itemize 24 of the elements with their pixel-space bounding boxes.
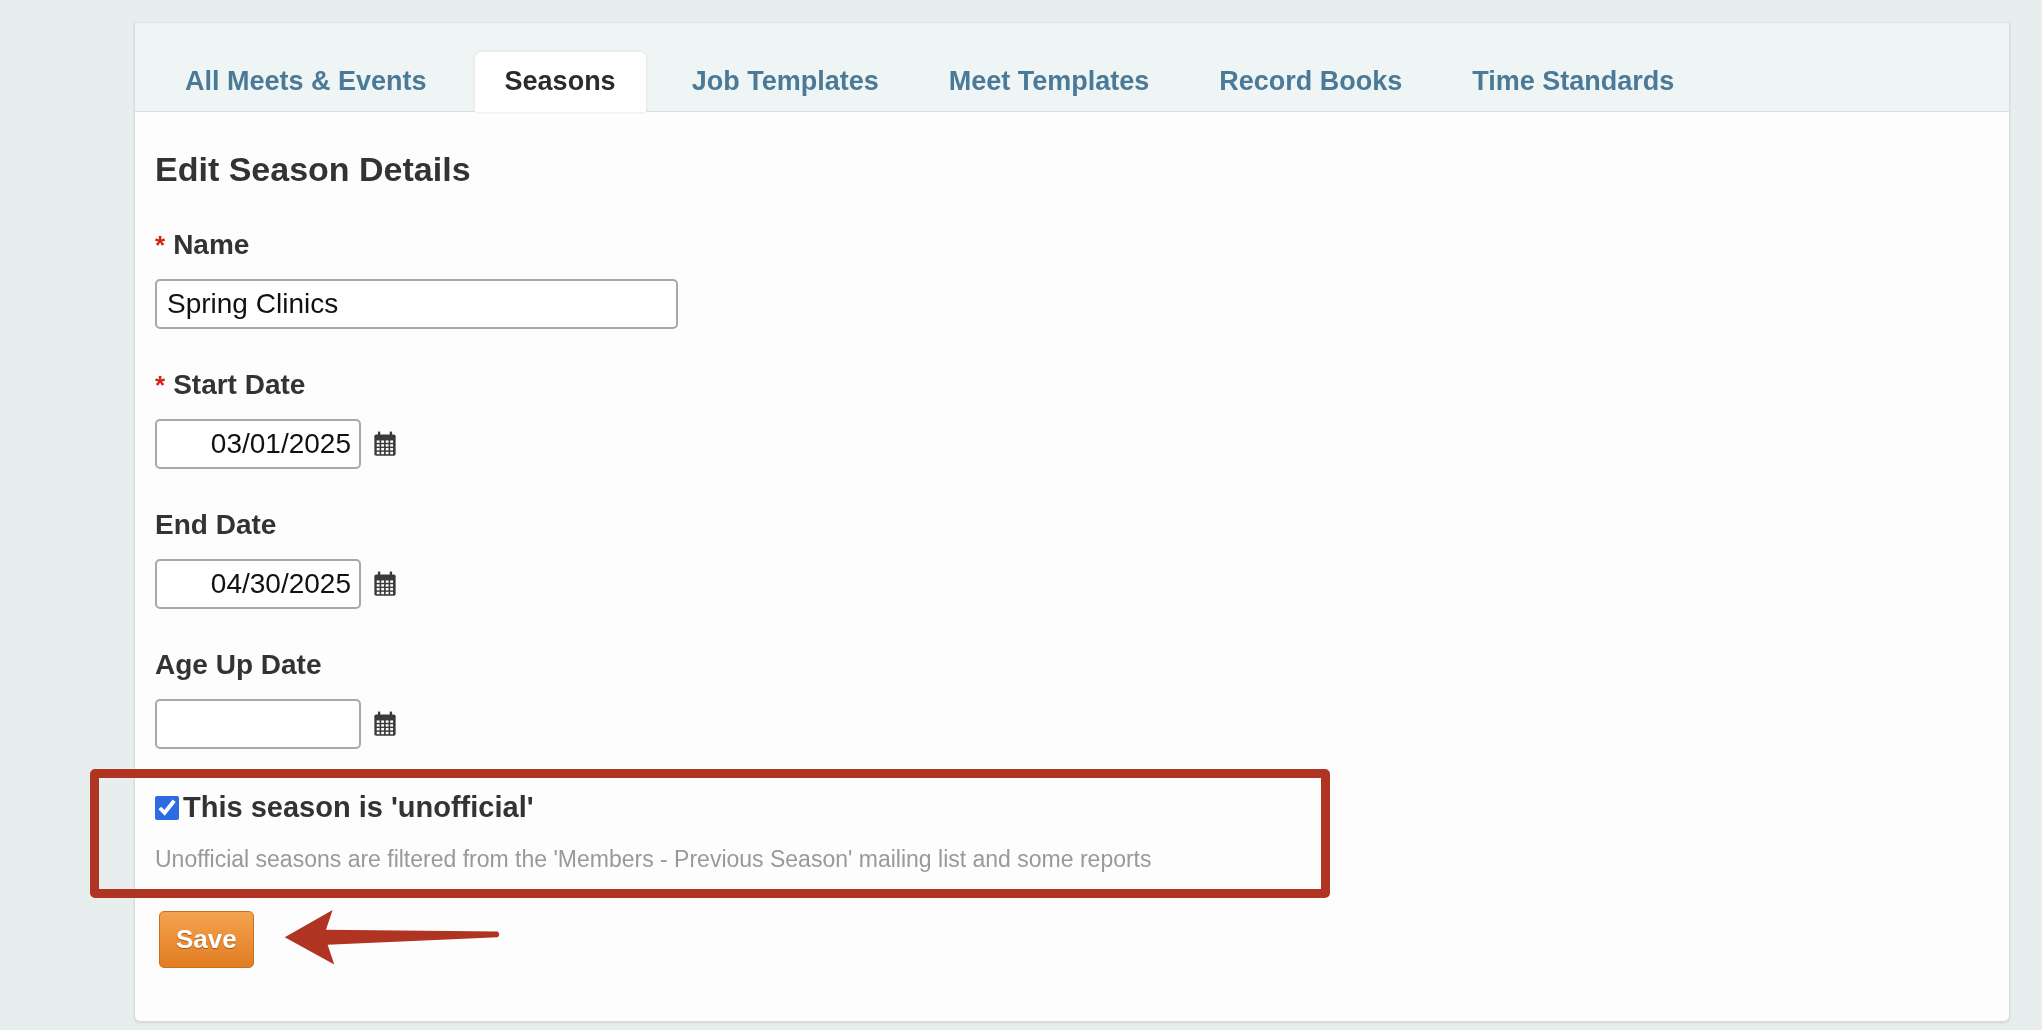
help-text: Unofficial seasons are filtered from the 'Members - Previous Season' mailing list and some reports bbox=[155, 846, 1153, 873]
date-field[interactable] bbox=[155, 699, 361, 749]
required-mark: * bbox=[155, 370, 166, 401]
tab[interactable]: Meet Templates bbox=[926, 52, 1174, 110]
tab[interactable]: Seasons bbox=[474, 52, 646, 112]
save-button[interactable]: Save bbox=[159, 911, 254, 968]
checkbox[interactable] bbox=[155, 795, 179, 820]
date-field[interactable]: 03/01/2025 bbox=[155, 419, 361, 469]
field-label: Name bbox=[173, 229, 250, 261]
tab[interactable]: All Meets & Events bbox=[163, 52, 451, 110]
input-field[interactable]: Spring Clinics bbox=[155, 279, 678, 329]
date-field[interactable]: 04/30/2025 bbox=[155, 559, 361, 609]
field-label: Start Date bbox=[173, 369, 306, 401]
tab[interactable]: Time Standards bbox=[1450, 52, 1699, 110]
required-mark: * bbox=[155, 230, 166, 261]
field-label: Age Up Date bbox=[155, 649, 322, 681]
field-label: End Date bbox=[155, 509, 277, 541]
calendar-icon[interactable] bbox=[373, 711, 397, 737]
tab[interactable]: Record Books bbox=[1197, 52, 1427, 110]
tab[interactable]: Job Templates bbox=[669, 52, 903, 110]
calendar-icon[interactable] bbox=[373, 571, 397, 597]
calendar-icon[interactable] bbox=[373, 431, 397, 457]
checkbox-label: This season is 'unofficial' bbox=[183, 791, 534, 824]
form-heading: Edit Season Details bbox=[155, 150, 472, 189]
